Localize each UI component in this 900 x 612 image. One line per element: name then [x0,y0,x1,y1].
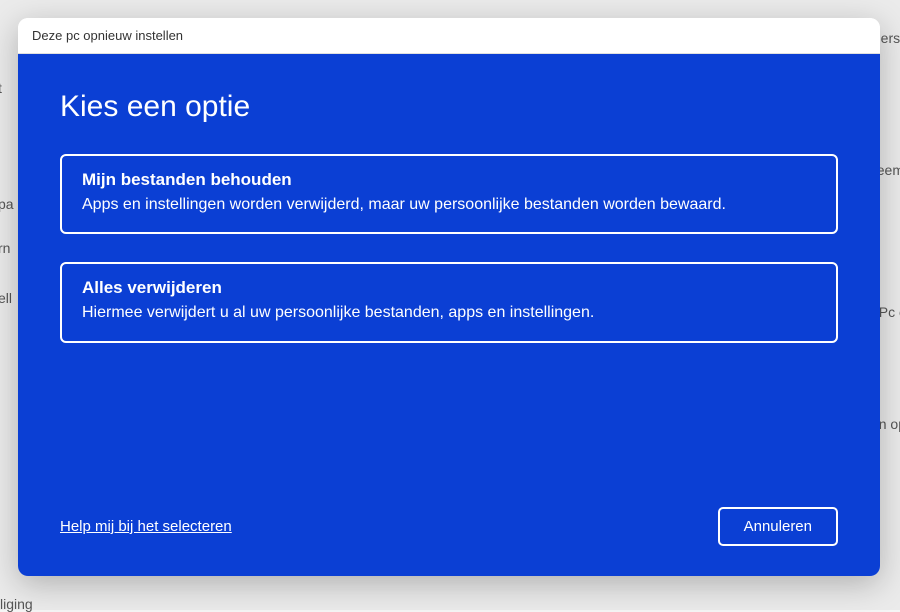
option-keep-files[interactable]: Mijn bestanden behouden Apps en instelli… [60,154,838,234]
dialog-content: Kies een optie Mijn bestanden behouden A… [18,54,880,576]
help-link[interactable]: Help mij bij het selecteren [60,518,232,535]
bg-fragment: ell [0,290,12,306]
bg-fragment: rn [0,240,10,256]
title-bar: Deze pc opnieuw instellen [18,18,880,54]
reset-pc-dialog: Deze pc opnieuw instellen Kies een optie… [18,18,880,576]
option-remove-everything[interactable]: Alles verwijderen Hiermee verwijdert u a… [60,262,838,342]
bg-fragment: t [0,80,2,96]
bg-fragment: Pc c [879,304,900,320]
bg-fragment: n op [879,416,900,432]
dialog-footer: Help mij bij het selecteren Annuleren [60,507,838,546]
bg-fragment: erst [881,30,900,46]
option-keep-files-description: Apps en instellingen worden verwijderd, … [82,194,816,216]
window-title: Deze pc opnieuw instellen [32,28,183,43]
option-remove-everything-description: Hiermee verwijdert u al uw persoonlijke … [82,302,816,324]
option-keep-files-title: Mijn bestanden behouden [82,170,816,190]
option-remove-everything-title: Alles verwijderen [82,278,816,298]
cancel-button[interactable]: Annuleren [718,507,838,546]
bg-fragment: pa [0,196,14,212]
dialog-heading: Kies een optie [60,90,838,124]
bg-fragment: eem [877,162,900,178]
